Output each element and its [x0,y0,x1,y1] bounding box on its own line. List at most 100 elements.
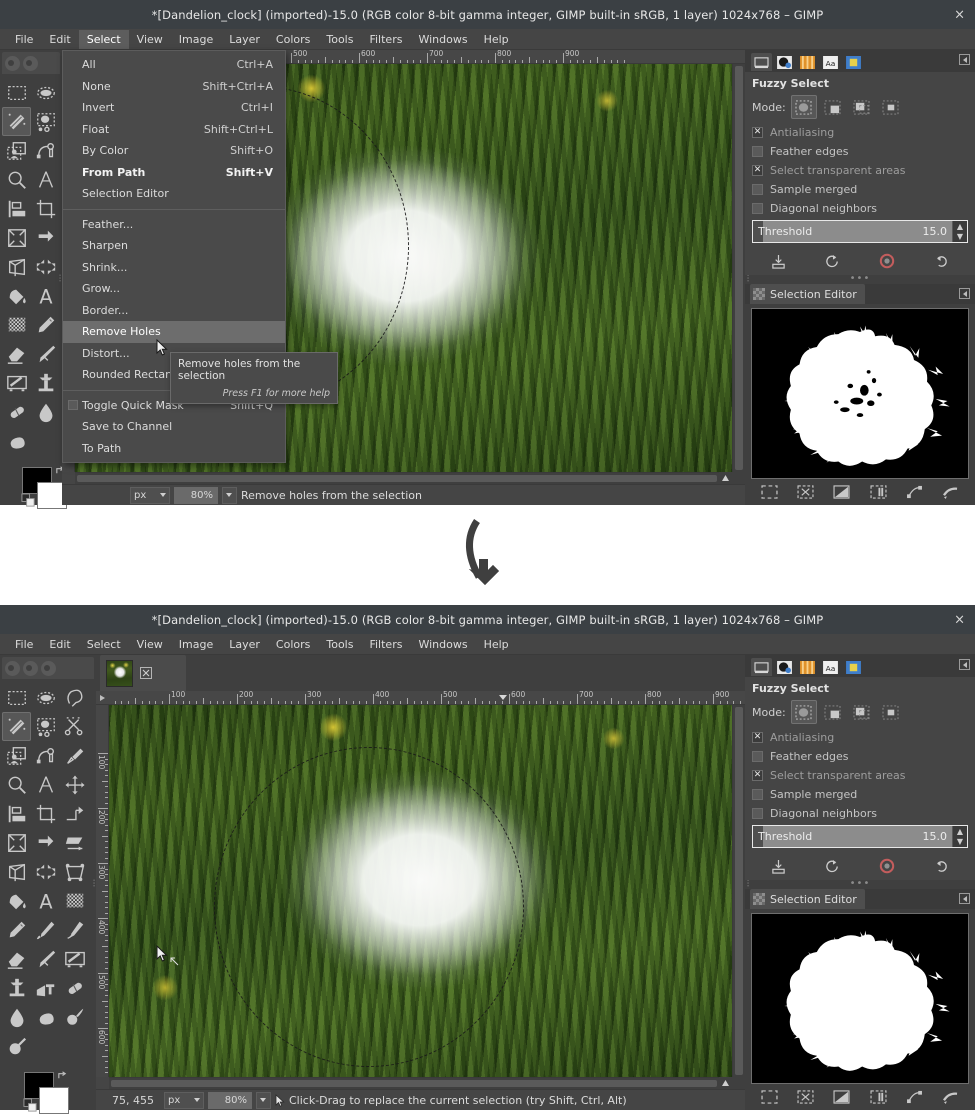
save-tool-preset-icon[interactable] [771,859,786,874]
option-feather-edges[interactable]: Feather edges [752,144,968,159]
threshold-track[interactable]: Threshold 15.0 [753,826,952,847]
text-icon[interactable]: A [31,281,60,310]
scroll-thumb[interactable] [77,475,717,482]
eraser-icon[interactable] [2,339,31,368]
unified-transform-icon[interactable] [2,828,31,857]
select-by-color-icon[interactable] [31,712,60,741]
mode-add-button[interactable] [820,95,846,119]
antialiasing-checkbox[interactable] [752,127,763,138]
clone-icon[interactable] [2,973,31,1002]
perspective-clone-icon[interactable] [31,973,60,1002]
smudge-icon[interactable] [2,426,31,455]
brushes-tab[interactable] [774,53,795,71]
reset-colors-icon[interactable] [23,1098,38,1113]
zoom-dropdown-after[interactable] [256,1092,271,1109]
option-feather-edges[interactable]: Feather edges [752,749,968,764]
document-history-tab[interactable] [843,53,864,71]
menu-file[interactable]: File [7,635,41,654]
measure-icon[interactable] [31,165,60,194]
mode-add-button[interactable] [820,700,846,724]
selection-to-path-icon[interactable] [904,1088,924,1106]
menu-item-shrink[interactable]: Shrink... [63,257,285,279]
smudge-icon[interactable] [31,1002,60,1031]
menu-item-invert[interactable]: Invert Ctrl+I [63,97,285,119]
toolbox-drag-handle[interactable]: ··· [57,273,61,282]
paths-icon[interactable] [31,741,60,770]
swap-colors-icon[interactable] [57,1070,68,1081]
foreground-select-icon[interactable] [2,741,31,770]
bucket-fill-icon[interactable] [2,886,31,915]
clone-icon[interactable] [31,368,60,397]
rectangle-select-icon[interactable] [2,683,31,712]
mypaint-brush-icon[interactable] [2,368,31,397]
option-antialiasing[interactable]: Antialiasing [752,730,968,745]
menu-item-by-color[interactable]: By Color Shift+O [63,140,285,162]
save-to-channel-icon[interactable] [868,1088,888,1106]
feather-edges-checkbox[interactable] [752,751,763,762]
document-history-tab[interactable] [843,658,864,676]
invert-selection-icon[interactable] [832,1088,852,1106]
delete-tool-preset-icon[interactable] [879,858,895,874]
ink-icon[interactable] [31,339,60,368]
navigation-preview-button[interactable] [732,1077,745,1089]
sample-merged-checkbox[interactable] [752,184,763,195]
unit-selector-before[interactable]: px [130,487,170,504]
perspective-icon[interactable] [2,857,31,886]
menu-item-from-path[interactable]: From Path Shift+V [63,162,285,184]
menu-edit[interactable]: Edit [41,30,78,49]
menu-select[interactable]: Select [79,30,129,49]
bucket-fill-icon[interactable] [2,281,31,310]
fonts-tab[interactable]: Aa [820,53,841,71]
diagonal-neighbors-checkbox[interactable] [752,808,763,819]
selection-to-path-icon[interactable] [904,483,924,501]
tool-options-tab[interactable] [751,658,772,676]
close-tab-icon[interactable] [139,666,153,680]
vertical-scrollbar-after[interactable] [732,705,745,1077]
menu-item-grow[interactable]: Grow... [63,278,285,300]
option-antialiasing[interactable]: Antialiasing [752,125,968,140]
mode-replace-button[interactable] [791,700,817,724]
zoom-image-button[interactable] [719,1077,732,1089]
ruler-corner[interactable] [96,691,109,705]
spinner-down-icon[interactable]: ▼ [957,233,963,240]
toolbox-drag-handle[interactable]: ··· [91,878,95,887]
vertical-scrollbar-before[interactable] [732,64,745,472]
reset-tool-options-icon[interactable] [934,859,949,874]
spinner-up-icon[interactable]: ▲ [957,828,963,835]
fuzzy-select-icon[interactable] [2,712,31,741]
eraser-icon[interactable] [2,944,31,973]
zoom-dropdown-before[interactable] [222,487,237,504]
menu-view[interactable]: View [129,30,171,49]
tool-options-tab[interactable] [751,53,772,71]
heal-icon[interactable] [60,973,89,1002]
mode-subtract-button[interactable] [849,700,875,724]
spinner-down-icon[interactable]: ▼ [957,838,963,845]
zoom-value-before[interactable]: 80% [174,487,218,504]
option-select-transparent-areas[interactable]: Select transparent areas [752,768,968,783]
option-sample-merged[interactable]: Sample merged [752,182,968,197]
zoom-image-button[interactable] [719,472,732,484]
menu-item-to-path[interactable]: To Path [63,438,285,460]
select-by-color-icon[interactable] [31,107,60,136]
navigation-preview-button[interactable] [732,472,745,484]
menu-item-float[interactable]: Float Shift+Ctrl+L [63,119,285,141]
ellipse-select-icon[interactable] [31,78,60,107]
stroke-selection-icon[interactable] [941,483,961,501]
stroke-selection-icon[interactable] [941,1088,961,1106]
menu-edit[interactable]: Edit [41,635,78,654]
select-none-icon[interactable] [795,483,815,501]
threshold-spinner[interactable]: ▲ ▼ [952,826,967,847]
pencil-icon[interactable] [31,310,60,339]
fonts-tab[interactable]: Aa [820,658,841,676]
dock-menu-button[interactable] [959,54,970,65]
menu-item-selection-editor[interactable]: Selection Editor [63,183,285,205]
fuzzy-select-icon[interactable] [2,107,31,136]
save-tool-preset-icon[interactable] [771,254,786,269]
handle-transform-icon[interactable] [60,857,89,886]
restore-tool-preset-icon[interactable] [825,859,840,874]
close-window-button[interactable]: × [954,613,965,626]
scroll-thumb[interactable] [111,1080,717,1087]
menu-item-remove-holes[interactable]: Remove Holes [63,321,285,343]
airbrush-icon[interactable] [60,915,89,944]
menu-item-save-to-channel[interactable]: Save to Channel [63,416,285,438]
